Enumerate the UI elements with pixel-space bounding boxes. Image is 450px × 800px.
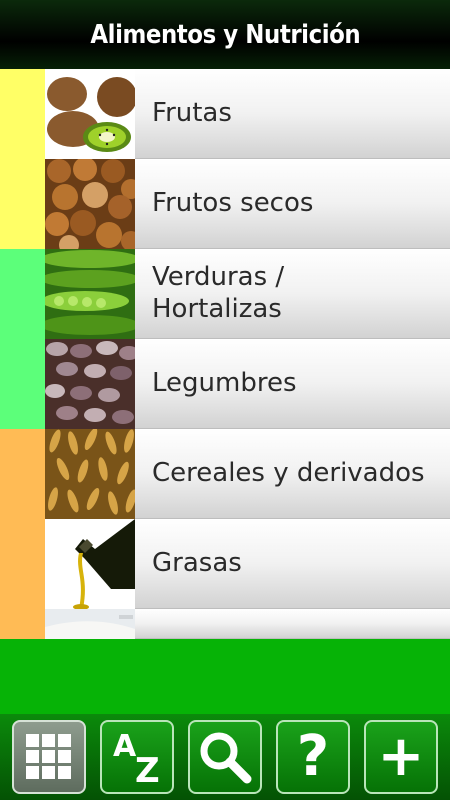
bottom-toolbar: A Z ? + <box>0 714 450 800</box>
green-band <box>0 639 450 714</box>
category-color-tag <box>0 519 45 609</box>
category-label-box: Legumbres <box>135 339 450 429</box>
category-color-tag <box>0 609 45 639</box>
beans-image <box>45 339 135 429</box>
help-icon: ? <box>296 724 330 789</box>
category-row-frutos-secos[interactable]: Frutos secos <box>0 159 450 249</box>
category-color-tag <box>0 429 45 519</box>
category-color-tag <box>0 159 45 249</box>
categories-grid-button[interactable] <box>12 720 86 794</box>
category-list[interactable]: Frutas Frutos secos Verduras / Hortaliza… <box>0 69 450 639</box>
hazelnuts-image <box>45 159 135 249</box>
add-icon: + <box>377 724 425 789</box>
category-label-box <box>135 609 450 639</box>
category-label-box: Verduras / Hortalizas <box>135 249 450 339</box>
olive-oil-image <box>45 519 135 609</box>
add-button[interactable]: + <box>364 720 438 794</box>
category-label: Legumbres <box>152 367 297 398</box>
category-color-tag <box>0 69 45 159</box>
category-color-tag <box>0 249 45 339</box>
category-row-legumbres[interactable]: Legumbres <box>0 339 450 429</box>
category-label-box: Frutos secos <box>135 159 450 249</box>
category-row-verduras[interactable]: Verduras / Hortalizas <box>0 249 450 339</box>
alphabetical-button[interactable]: A Z <box>100 720 174 794</box>
category-label: Verduras / Hortalizas <box>152 262 284 324</box>
help-button[interactable]: ? <box>276 720 350 794</box>
category-row-frutas[interactable]: Frutas <box>0 69 450 159</box>
category-label-box: Cereales y derivados <box>135 429 450 519</box>
category-row-grasas[interactable]: Grasas <box>0 519 450 609</box>
category-label-box: Frutas <box>135 69 450 159</box>
az-sort-icon: A Z <box>113 729 160 791</box>
category-row-partial[interactable] <box>0 609 450 639</box>
category-label: Frutos secos <box>152 187 314 218</box>
title-bar: Alimentos y Nutrición <box>0 0 450 69</box>
category-label-line: Hortalizas <box>152 293 282 324</box>
category-label: Frutas <box>152 97 232 128</box>
category-label: Cereales y derivados <box>152 457 425 488</box>
grid-icon <box>26 734 71 779</box>
food-image <box>45 609 135 639</box>
oats-image <box>45 429 135 519</box>
peas-image <box>45 249 135 339</box>
app-title: Alimentos y Nutrición <box>90 19 360 50</box>
search-button[interactable] <box>188 720 262 794</box>
category-label: Grasas <box>152 547 242 578</box>
category-row-cereales[interactable]: Cereales y derivados <box>0 429 450 519</box>
search-icon <box>200 732 252 784</box>
category-label-line: Verduras / <box>152 262 285 293</box>
category-color-tag <box>0 339 45 429</box>
category-label-box: Grasas <box>135 519 450 609</box>
kiwi-image <box>45 69 135 159</box>
